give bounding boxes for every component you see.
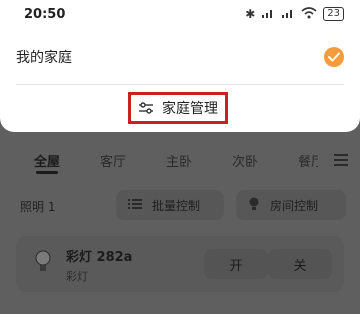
room-control-label: 房间控制 [270, 198, 319, 213]
status-time: 20:50 [24, 6, 66, 22]
signal-icon-2 [281, 7, 295, 21]
home-item[interactable]: 我的家庭 [16, 44, 344, 70]
settings-sliders-icon [138, 99, 154, 118]
turn-off-button[interactable]: 关 [268, 249, 332, 279]
battery-icon: 23 [323, 7, 344, 21]
wifi-icon [301, 6, 317, 22]
manage-home-button[interactable]: 家庭管理 [128, 92, 228, 124]
room-tabs: 全屋 客厅 主卧 次卧 餐厅 [0, 146, 360, 174]
lamp-icon [34, 250, 52, 274]
signal-icon [261, 7, 275, 21]
lighting-count: 照明 1 [20, 200, 56, 214]
tab-whole-house[interactable]: 全屋 [34, 151, 60, 170]
device-card[interactable]: 彩灯 282a 彩灯 开 关 [16, 236, 344, 292]
menu-icon[interactable] [334, 151, 348, 169]
active-tab-indicator [36, 171, 58, 174]
list-icon [128, 198, 142, 213]
turn-on-button[interactable]: 开 [204, 249, 268, 279]
divider [16, 84, 344, 85]
bulb-icon [248, 197, 260, 214]
tab-master-bedroom[interactable]: 主卧 [166, 151, 192, 170]
batch-control-label: 批量控制 [152, 198, 201, 213]
tab-dining-room[interactable]: 餐厅 [298, 151, 318, 170]
device-name: 彩灯 282a [66, 250, 133, 265]
tab-second-bedroom[interactable]: 次卧 [232, 151, 258, 170]
status-icons: ✱ 23 [245, 6, 344, 22]
room-control-button[interactable]: 房间控制 [236, 190, 346, 220]
device-type: 彩灯 [66, 270, 88, 283]
tab-living-room[interactable]: 客厅 [100, 151, 126, 170]
home-dropdown-panel: 我的家庭 家庭管理 [0, 28, 360, 132]
check-icon [324, 47, 344, 67]
status-bar: 20:50 ✱ 23 [0, 0, 360, 28]
control-row: 照明 1 批量控制 房间控制 [0, 190, 360, 220]
batch-control-button[interactable]: 批量控制 [116, 190, 224, 220]
home-name: 我的家庭 [16, 50, 72, 66]
manage-home-label: 家庭管理 [162, 101, 218, 117]
bluetooth-icon: ✱ [245, 7, 256, 21]
